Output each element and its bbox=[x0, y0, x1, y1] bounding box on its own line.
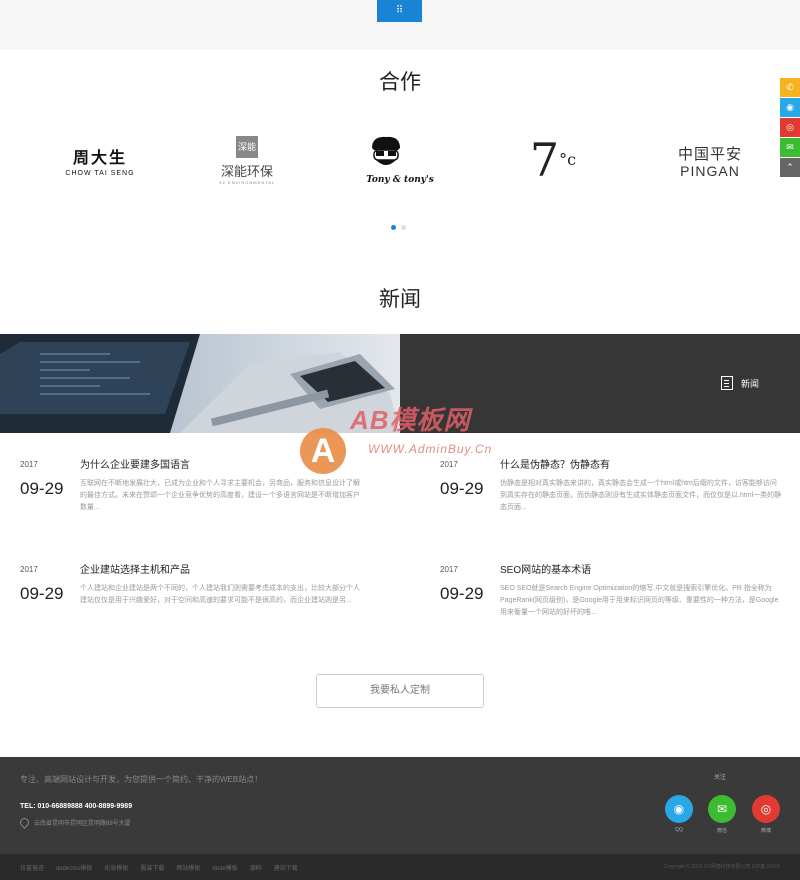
side-toolbar: ✆ ◉ ◎ ✉ ⌃ bbox=[780, 78, 800, 178]
weibo-icon: ◎ bbox=[752, 795, 780, 823]
banner-link-label: 新闻 bbox=[741, 378, 760, 389]
news-year: 2017 bbox=[440, 460, 458, 469]
news-title[interactable]: SEO网站的基本术语 bbox=[500, 561, 591, 576]
follow-label: 关注 bbox=[714, 775, 727, 781]
logo-text: 7 bbox=[529, 133, 560, 187]
partners-carousel: 周大生 CHOW TAI SENG 深能 深能环保 SZ ENVIRONMENT… bbox=[20, 118, 780, 202]
partner-logo-chow-tai-seng[interactable]: 周大生 CHOW TAI SENG bbox=[30, 118, 170, 202]
friend-link[interactable]: dede模板 bbox=[212, 863, 237, 872]
news-item[interactable]: 2017 09-29 SEO网站的基本术语 SEO SEO就是Search En… bbox=[440, 561, 800, 631]
friend-link[interactable]: 建站下载 bbox=[274, 863, 298, 872]
logo-text: 周大生 bbox=[72, 147, 127, 167]
laptop-image bbox=[0, 334, 400, 433]
news-item[interactable]: 2017 09-29 企业建站选择主机和产品 个人建站和企业建站是两个不同的，个… bbox=[20, 561, 380, 631]
news-summary: 个人建站和企业建站是两个不同的，个人建站我们则需要考虑成本的支出，比较大部分个人… bbox=[80, 585, 360, 604]
logo-text: 中国平安 bbox=[677, 145, 742, 163]
news-year: 2017 bbox=[440, 565, 458, 574]
logo-subtext: SZ ENVIRONMENTAL bbox=[218, 179, 276, 185]
footer-tel: TEL: 010-66889888 400-8899-9989 bbox=[20, 803, 133, 810]
news-title[interactable]: 企业建站选择主机和产品 bbox=[80, 561, 190, 576]
footer-slogan: 专注、高端网站设计与开发，为您提供一个简约、干净的WEB站点！ bbox=[20, 775, 263, 784]
news-item[interactable]: 2017 09-29 为什么企业要建多国语言 互联网在不断地发展壮大，已成为企业… bbox=[20, 456, 380, 526]
carousel-dot-active[interactable] bbox=[391, 225, 396, 230]
custom-order-button[interactable]: 我要私人定制 bbox=[316, 674, 484, 708]
logo-text: Tony & tony's bbox=[366, 174, 434, 185]
news-year: 2017 bbox=[20, 460, 38, 469]
document-icon bbox=[721, 376, 733, 390]
news-date: 09-29 bbox=[20, 584, 64, 603]
copyright: Copyright © 2016 XX网络科技有限公司 ICP备 XXXX bbox=[663, 864, 781, 870]
partner-logo-pingan[interactable]: 中国平安 PINGAN bbox=[640, 118, 780, 202]
news-title: 新闻 bbox=[379, 287, 421, 311]
carousel-dots bbox=[390, 225, 410, 231]
social-label: 微博 bbox=[760, 828, 771, 834]
social-label: 微信 bbox=[716, 828, 727, 834]
news-summary: 互联网在不断地发展壮大，已成为企业和个人寻求主要机会，另商品，服务和信息设计了解… bbox=[80, 480, 360, 511]
news-date: 09-29 bbox=[20, 479, 64, 498]
friend-links: 拉盖留迹 dedecms模板 化妆模板 服装下载 网站模板 dede模板 源码 … bbox=[20, 863, 298, 872]
partner-logo-7c[interactable]: 7°c bbox=[483, 118, 623, 202]
partner-logo-shenneng[interactable]: 深能 深能环保 SZ ENVIRONMENTAL bbox=[177, 118, 317, 202]
page: ⠿ 合作 周大生 CHOW TAI SENG 深能 深能环保 SZ ENVIRO… bbox=[0, 0, 800, 880]
logo-text: 深能环保 bbox=[220, 163, 273, 179]
news-title[interactable]: 什么是伪静态？伪静态有 bbox=[500, 456, 610, 471]
news-year: 2017 bbox=[20, 565, 38, 574]
friend-link[interactable]: 服装下载 bbox=[140, 863, 164, 872]
news-item[interactable]: 2017 09-29 什么是伪静态？伪静态有 伪静态是相对真实静态来讲的，真实静… bbox=[440, 456, 800, 526]
social-wechat[interactable]: ✉ 微信 bbox=[708, 795, 736, 835]
logo-subtext: CHOW TAI SENG bbox=[65, 169, 135, 177]
news-date: 09-29 bbox=[440, 479, 484, 498]
carousel-dot[interactable] bbox=[401, 225, 406, 230]
logo-subtext: PINGAN bbox=[680, 162, 740, 179]
news-summary: 伪静态是相对真实静态来讲的，真实静态会生成一个html或htm后缀的文件，访客能… bbox=[500, 480, 782, 511]
partner-logo-tony[interactable]: Tony & tony's bbox=[330, 118, 470, 202]
address-text: 云南省昆明市昆明区昆明路88号大厦 bbox=[34, 821, 131, 827]
bottom-bar: 拉盖留迹 dedecms模板 化妆模板 服装下载 网站模板 dede模板 源码 … bbox=[0, 854, 800, 880]
location-pin-icon bbox=[18, 816, 31, 829]
news-banner bbox=[0, 334, 800, 433]
logo-mark: 深能 bbox=[236, 135, 258, 158]
friend-link[interactable]: 拉盖留迹 bbox=[20, 863, 44, 872]
logo-degree: °c bbox=[559, 150, 577, 169]
friend-link[interactable]: 源码 bbox=[250, 863, 262, 872]
friend-link[interactable]: dedecms模板 bbox=[56, 863, 92, 872]
footer: 专注、高端网站设计与开发，为您提供一个简约、干净的WEB站点！ TEL: 010… bbox=[0, 757, 800, 854]
friend-link[interactable]: 网站模板 bbox=[176, 863, 200, 872]
news-title[interactable]: 为什么企业要建多国语言 bbox=[80, 456, 190, 471]
back-to-top-icon[interactable]: ⌃ bbox=[780, 158, 800, 177]
watermark-url: WWW.AdminBuy.Cn bbox=[368, 442, 493, 456]
footer-address: 云南省昆明市昆明区昆明路88号大厦 bbox=[18, 816, 131, 829]
banner-news-link[interactable]: 新闻 bbox=[721, 375, 759, 391]
more-button[interactable]: ⠿ bbox=[377, 0, 422, 22]
social-qq[interactable]: ◉ QQ bbox=[665, 795, 693, 835]
social-label: QQ bbox=[675, 827, 683, 833]
qq-icon: ◉ bbox=[665, 795, 693, 823]
weibo-icon[interactable]: ◎ bbox=[780, 118, 800, 137]
news-summary: SEO SEO就是Search Engine Optimization的缩写,中… bbox=[500, 585, 779, 616]
wechat-icon[interactable]: ✉ bbox=[780, 138, 800, 157]
tony-face-icon bbox=[372, 136, 401, 165]
phone-icon[interactable]: ✆ bbox=[780, 78, 800, 97]
partners-title: 合作 bbox=[379, 70, 421, 94]
qq-icon[interactable]: ◉ bbox=[780, 98, 800, 117]
friend-link[interactable]: 化妆模板 bbox=[104, 863, 128, 872]
grid-icon: ⠿ bbox=[395, 5, 404, 16]
news-date: 09-29 bbox=[440, 584, 484, 603]
social-weibo[interactable]: ◎ 微博 bbox=[752, 795, 780, 835]
wechat-icon: ✉ bbox=[708, 795, 736, 823]
top-strip: ⠿ bbox=[0, 0, 800, 50]
